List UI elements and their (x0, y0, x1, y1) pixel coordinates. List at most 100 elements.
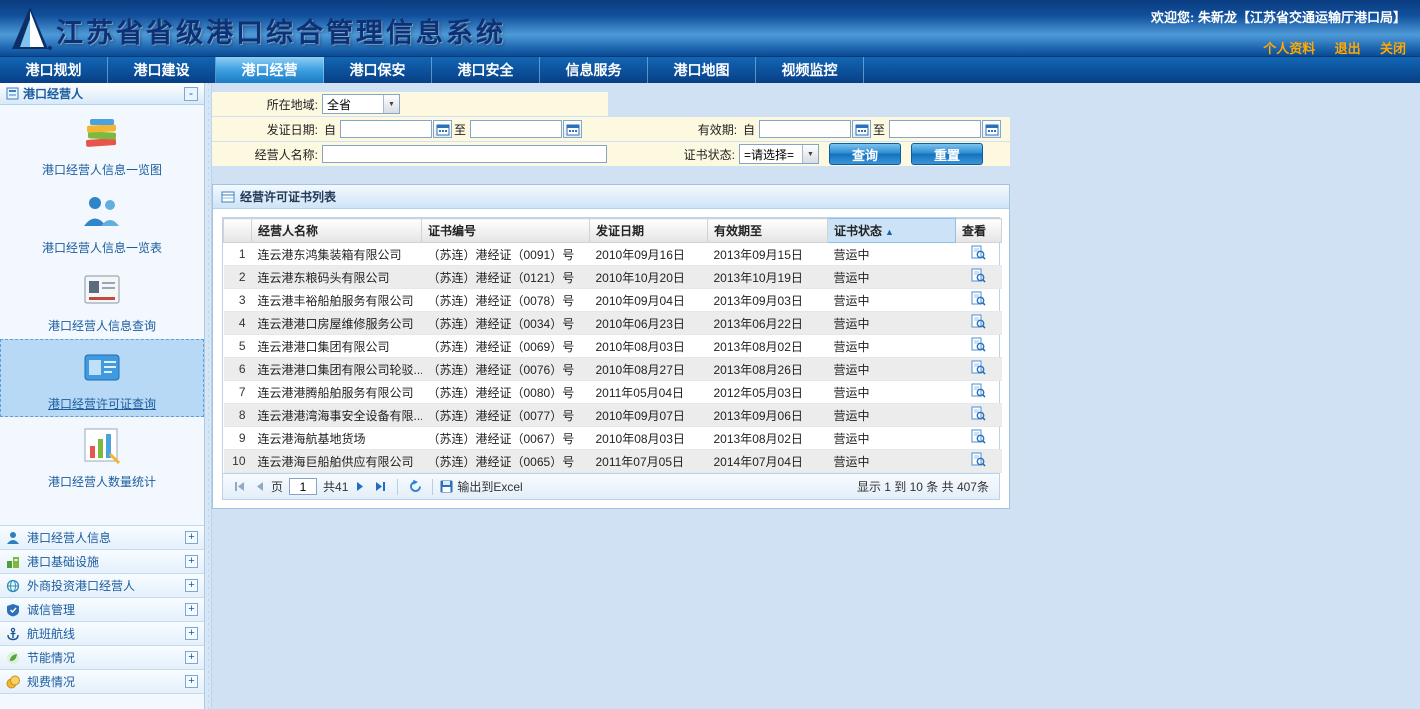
column-header-name[interactable]: 经营人名称 (252, 219, 422, 243)
nav-tab-port-safety[interactable]: 港口安全 (432, 57, 540, 83)
page-number-input[interactable] (289, 478, 317, 495)
query-button[interactable]: 查询 (829, 143, 901, 165)
sidebar-group-routes[interactable]: 航班航线 + (0, 622, 204, 646)
issue-date-to-input[interactable] (470, 120, 562, 138)
calendar-icon[interactable] (563, 120, 582, 138)
validity-from-input[interactable] (759, 120, 851, 138)
view-record-button[interactable] (971, 337, 986, 355)
logout-link[interactable]: 退出 (1335, 41, 1361, 56)
nav-tab-info-service[interactable]: 信息服务 (540, 57, 648, 83)
column-header-issue-date[interactable]: 发证日期 (590, 219, 708, 243)
table-row[interactable]: 3 连云港丰裕船舶服务有限公司 （苏连）港经证（0078）号 2010年09月0… (224, 289, 1002, 312)
validity-to-input[interactable] (889, 120, 981, 138)
export-excel-button[interactable]: 输出到Excel (440, 478, 522, 495)
column-header-cert-no[interactable]: 证书编号 (422, 219, 590, 243)
panel-header: 经营许可证书列表 (213, 185, 1009, 209)
view-record-button[interactable] (971, 314, 986, 332)
expand-group-button[interactable]: + (185, 627, 198, 640)
issue-date-from-input[interactable] (340, 120, 432, 138)
cell-issue-date: 2010年10月20日 (590, 266, 708, 289)
table-row[interactable]: 9 连云港海航基地货场 （苏连）港经证（0067）号 2010年08月03日 2… (224, 427, 1002, 450)
sidebar-group-operator-info[interactable]: 港口经营人信息 + (0, 526, 204, 550)
cell-cert-no: （苏连）港经证（0076）号 (422, 358, 590, 381)
cell-name: 连云港港腾船舶服务有限公司 (252, 381, 422, 404)
chevron-down-icon (802, 145, 818, 163)
sidebar-group-label: 航班航线 (27, 625, 185, 642)
books-icon (80, 112, 124, 159)
table-row[interactable]: 4 连云港港口房屋维修服务公司 （苏连）港经证（0034）号 2010年06月2… (224, 312, 1002, 335)
page-label: 页 (271, 478, 283, 495)
cert-status-select[interactable]: =请选择= (739, 144, 819, 164)
prev-page-icon[interactable] (250, 478, 268, 496)
table-row[interactable]: 7 连云港港腾船舶服务有限公司 （苏连）港经证（0080）号 2011年05月0… (224, 381, 1002, 404)
sidebar-group-infrastructure[interactable]: 港口基础设施 + (0, 550, 204, 574)
row-number: 3 (224, 289, 252, 312)
cell-status: 营运中 (828, 243, 956, 266)
sidebar-item-operator-overview-chart[interactable]: 港口经营人信息一览图 (0, 105, 204, 183)
expand-group-button[interactable]: + (185, 603, 198, 616)
nav-tab-port-security[interactable]: 港口保安 (324, 57, 432, 83)
collapse-panel-button[interactable]: - (184, 87, 198, 101)
view-record-button[interactable] (971, 429, 986, 447)
view-record-button[interactable] (971, 383, 986, 401)
expand-group-button[interactable]: + (185, 531, 198, 544)
operator-name-input[interactable] (322, 145, 607, 163)
expand-group-button[interactable]: + (185, 675, 198, 688)
last-page-icon[interactable] (371, 478, 389, 496)
view-record-button[interactable] (971, 245, 986, 263)
sidebar-group-foreign-investment[interactable]: 外商投资港口经营人 + (0, 574, 204, 598)
expand-group-button[interactable]: + (185, 651, 198, 664)
sidebar-item-operator-info-query[interactable]: 港口经营人信息查询 (0, 261, 204, 339)
table-row[interactable]: 8 连云港港湾海事安全设备有限... （苏连）港经证（0077）号 2010年0… (224, 404, 1002, 427)
sidebar-group-integrity[interactable]: 诚信管理 + (0, 598, 204, 622)
profile-link[interactable]: 个人资料 (1263, 41, 1315, 56)
calendar-icon[interactable] (982, 120, 1001, 138)
view-record-button[interactable] (971, 360, 986, 378)
magnifier-document-icon (971, 291, 986, 306)
close-link[interactable]: 关闭 (1380, 41, 1406, 56)
refresh-icon[interactable] (406, 478, 424, 496)
cell-issue-date: 2010年08月27日 (590, 358, 708, 381)
nav-tab-port-map[interactable]: 港口地图 (648, 57, 756, 83)
table-row[interactable]: 5 连云港港口集团有限公司 （苏连）港经证（0069）号 2010年08月03日… (224, 335, 1002, 358)
sidebar-item-license-query[interactable]: 港口经营许可证查询 (0, 339, 204, 417)
sidebar-item-operator-list[interactable]: 港口经营人信息一览表 (0, 183, 204, 261)
column-header-rownum (224, 219, 252, 243)
calendar-icon[interactable] (433, 120, 452, 138)
cert-status-label: 证书状态: (607, 146, 739, 163)
expand-group-button[interactable]: + (185, 579, 198, 592)
first-page-icon[interactable] (230, 478, 248, 496)
view-record-button[interactable] (971, 406, 986, 424)
magnifier-document-icon (971, 360, 986, 375)
table-row[interactable]: 6 连云港港口集团有限公司轮驳... （苏连）港经证（0076）号 2010年0… (224, 358, 1002, 381)
table-row[interactable]: 10 连云港海巨船舶供应有限公司 （苏连）港经证（0065）号 2011年07月… (224, 450, 1002, 473)
calendar-icon[interactable] (852, 120, 871, 138)
row-number: 7 (224, 381, 252, 404)
table-row[interactable]: 1 连云港东鸿集装箱有限公司 （苏连）港经证（0091）号 2010年09月16… (224, 243, 1002, 266)
cell-cert-no: （苏连）港经证（0080）号 (422, 381, 590, 404)
cell-name: 连云港丰裕船舶服务有限公司 (252, 289, 422, 312)
sidebar-group-energy-saving[interactable]: 节能情况 + (0, 646, 204, 670)
nav-tab-port-construction[interactable]: 港口建设 (108, 57, 216, 83)
cell-name: 连云港海巨船舶供应有限公司 (252, 450, 422, 473)
sidebar-splitter[interactable] (205, 83, 212, 709)
expand-group-button[interactable]: + (185, 555, 198, 568)
table-row[interactable]: 2 连云港东粮码头有限公司 （苏连）港经证（0121）号 2010年10月20日… (224, 266, 1002, 289)
cell-cert-no: （苏连）港经证（0069）号 (422, 335, 590, 358)
row-number: 4 (224, 312, 252, 335)
sidebar-item-operator-statistics[interactable]: 港口经营人数量统计 (0, 417, 204, 495)
view-record-button[interactable] (971, 291, 986, 309)
page-title: 江苏省省级港口综合管理信息系统 (56, 11, 506, 50)
nav-tab-port-operation[interactable]: 港口经营 (216, 57, 324, 83)
reset-button[interactable]: 重置 (911, 143, 983, 165)
column-header-valid-until[interactable]: 有效期至 (708, 219, 828, 243)
nav-tab-port-planning[interactable]: 港口规划 (0, 57, 108, 83)
column-header-status[interactable]: 证书状态▲ (828, 219, 956, 243)
view-record-button[interactable] (971, 452, 986, 470)
cell-cert-no: （苏连）港经证（0077）号 (422, 404, 590, 427)
sidebar-group-fees[interactable]: 规费情况 + (0, 670, 204, 694)
view-record-button[interactable] (971, 268, 986, 286)
next-page-icon[interactable] (351, 478, 369, 496)
nav-tab-video-monitor[interactable]: 视频监控 (756, 57, 864, 83)
region-select[interactable]: 全省 (322, 94, 400, 114)
